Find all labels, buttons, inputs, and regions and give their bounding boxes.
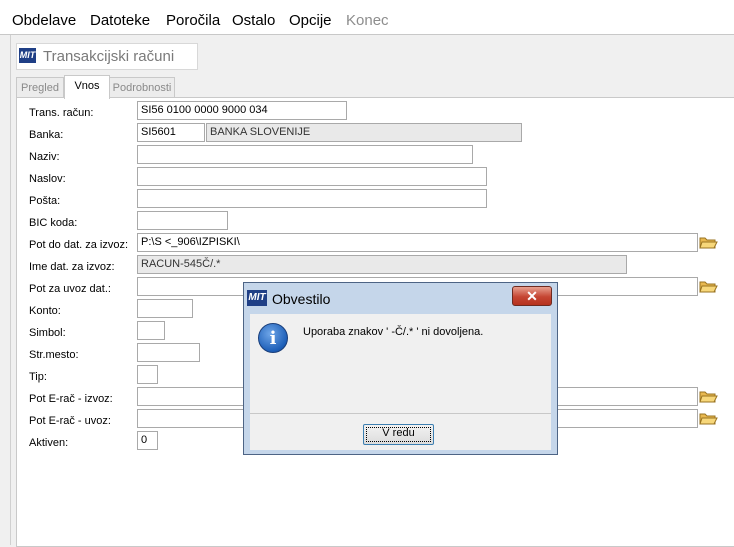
naziv-field[interactable] [137, 145, 473, 164]
banka-name-field: BANKA SLOVENIJE [206, 123, 522, 142]
ok-button[interactable]: V redu [363, 424, 434, 445]
trans-racun-field[interactable]: SI56 0100 0000 9000 034 [137, 101, 347, 120]
label-simbol: Simbol: [29, 327, 66, 339]
label-erac-uvoz: Pot E-rač - uvoz: [29, 415, 111, 427]
info-icon: i [258, 323, 288, 353]
label-posta: Pošta: [29, 195, 61, 207]
menu-bar: Obdelave Datoteke Poročila Ostalo Opcije… [0, 0, 734, 35]
tip-field[interactable] [137, 365, 158, 384]
folder-icon[interactable] [698, 277, 718, 296]
menu-konec[interactable]: Konec [346, 12, 389, 29]
label-naziv: Naziv: [29, 151, 60, 163]
label-pot-uvoz: Pot za uvoz dat.: [29, 283, 111, 295]
label-aktiven: Aktiven: [29, 437, 69, 449]
label-banka: Banka: [29, 129, 64, 141]
ime-izvoz-field: RACUN-545Č/.* [137, 255, 627, 274]
label-erac-izvoz: Pot E-rač - izvoz: [29, 393, 113, 405]
tab-vnos[interactable]: Vnos [64, 75, 110, 99]
banka-code-field[interactable]: SI5601 [137, 123, 205, 142]
label-tip: Tip: [29, 371, 47, 383]
strmesto-field[interactable] [137, 343, 200, 362]
app-logo-icon: MIT [19, 48, 36, 63]
tab-pregled[interactable]: Pregled [16, 77, 64, 98]
close-icon[interactable]: ✕ [512, 286, 552, 306]
label-trans-racun: Trans. račun: [29, 107, 94, 119]
simbol-field[interactable] [137, 321, 165, 340]
menu-porocila[interactable]: Poročila [166, 12, 220, 29]
folder-icon[interactable] [698, 387, 718, 406]
menu-obdelave[interactable]: Obdelave [12, 12, 76, 29]
app-logo-icon: MIT [247, 290, 267, 306]
dialog-title: Obvestilo [272, 291, 331, 307]
window-titlebar: MIT Transakcijski računi [16, 43, 198, 70]
label-bic: BIC koda: [29, 217, 78, 229]
label-naslov: Naslov: [29, 173, 66, 185]
dialog-titlebar: MIT Obvestilo ✕ [244, 283, 557, 313]
dialog-body: i Uporaba znakov ' -Č/.* ' ni dovoljena. [250, 314, 551, 413]
label-konto: Konto: [29, 305, 61, 317]
label-ime-izvoz: Ime dat. za izvoz: [29, 261, 115, 273]
naslov-field[interactable] [137, 167, 487, 186]
menu-datoteke[interactable]: Datoteke [90, 12, 150, 29]
obvestilo-dialog: MIT Obvestilo ✕ i Uporaba znakov ' -Č/.*… [243, 282, 558, 455]
label-pot-izvoz: Pot do dat. za izvoz: [29, 239, 129, 251]
bic-field[interactable] [137, 211, 228, 230]
konto-field[interactable] [137, 299, 193, 318]
label-strmesto: Str.mesto: [29, 349, 79, 361]
folder-icon[interactable] [698, 409, 718, 428]
tab-podrobnosti[interactable]: Podrobnosti [109, 77, 175, 98]
window-title: Transakcijski računi [43, 48, 175, 65]
pot-izvoz-field[interactable]: P:\S <_906\IZPISKI\ [137, 233, 698, 252]
aktiven-field[interactable]: 0 [137, 431, 158, 450]
dialog-message: Uporaba znakov ' -Č/.* ' ni dovoljena. [303, 326, 484, 338]
dialog-footer: V redu [250, 413, 551, 450]
menu-ostalo[interactable]: Ostalo [232, 12, 275, 29]
tab-strip: Pregled Vnos Podrobnosti [16, 75, 731, 99]
folder-icon[interactable] [698, 233, 718, 252]
posta-field[interactable] [137, 189, 487, 208]
menu-opcije[interactable]: Opcije [289, 12, 332, 29]
